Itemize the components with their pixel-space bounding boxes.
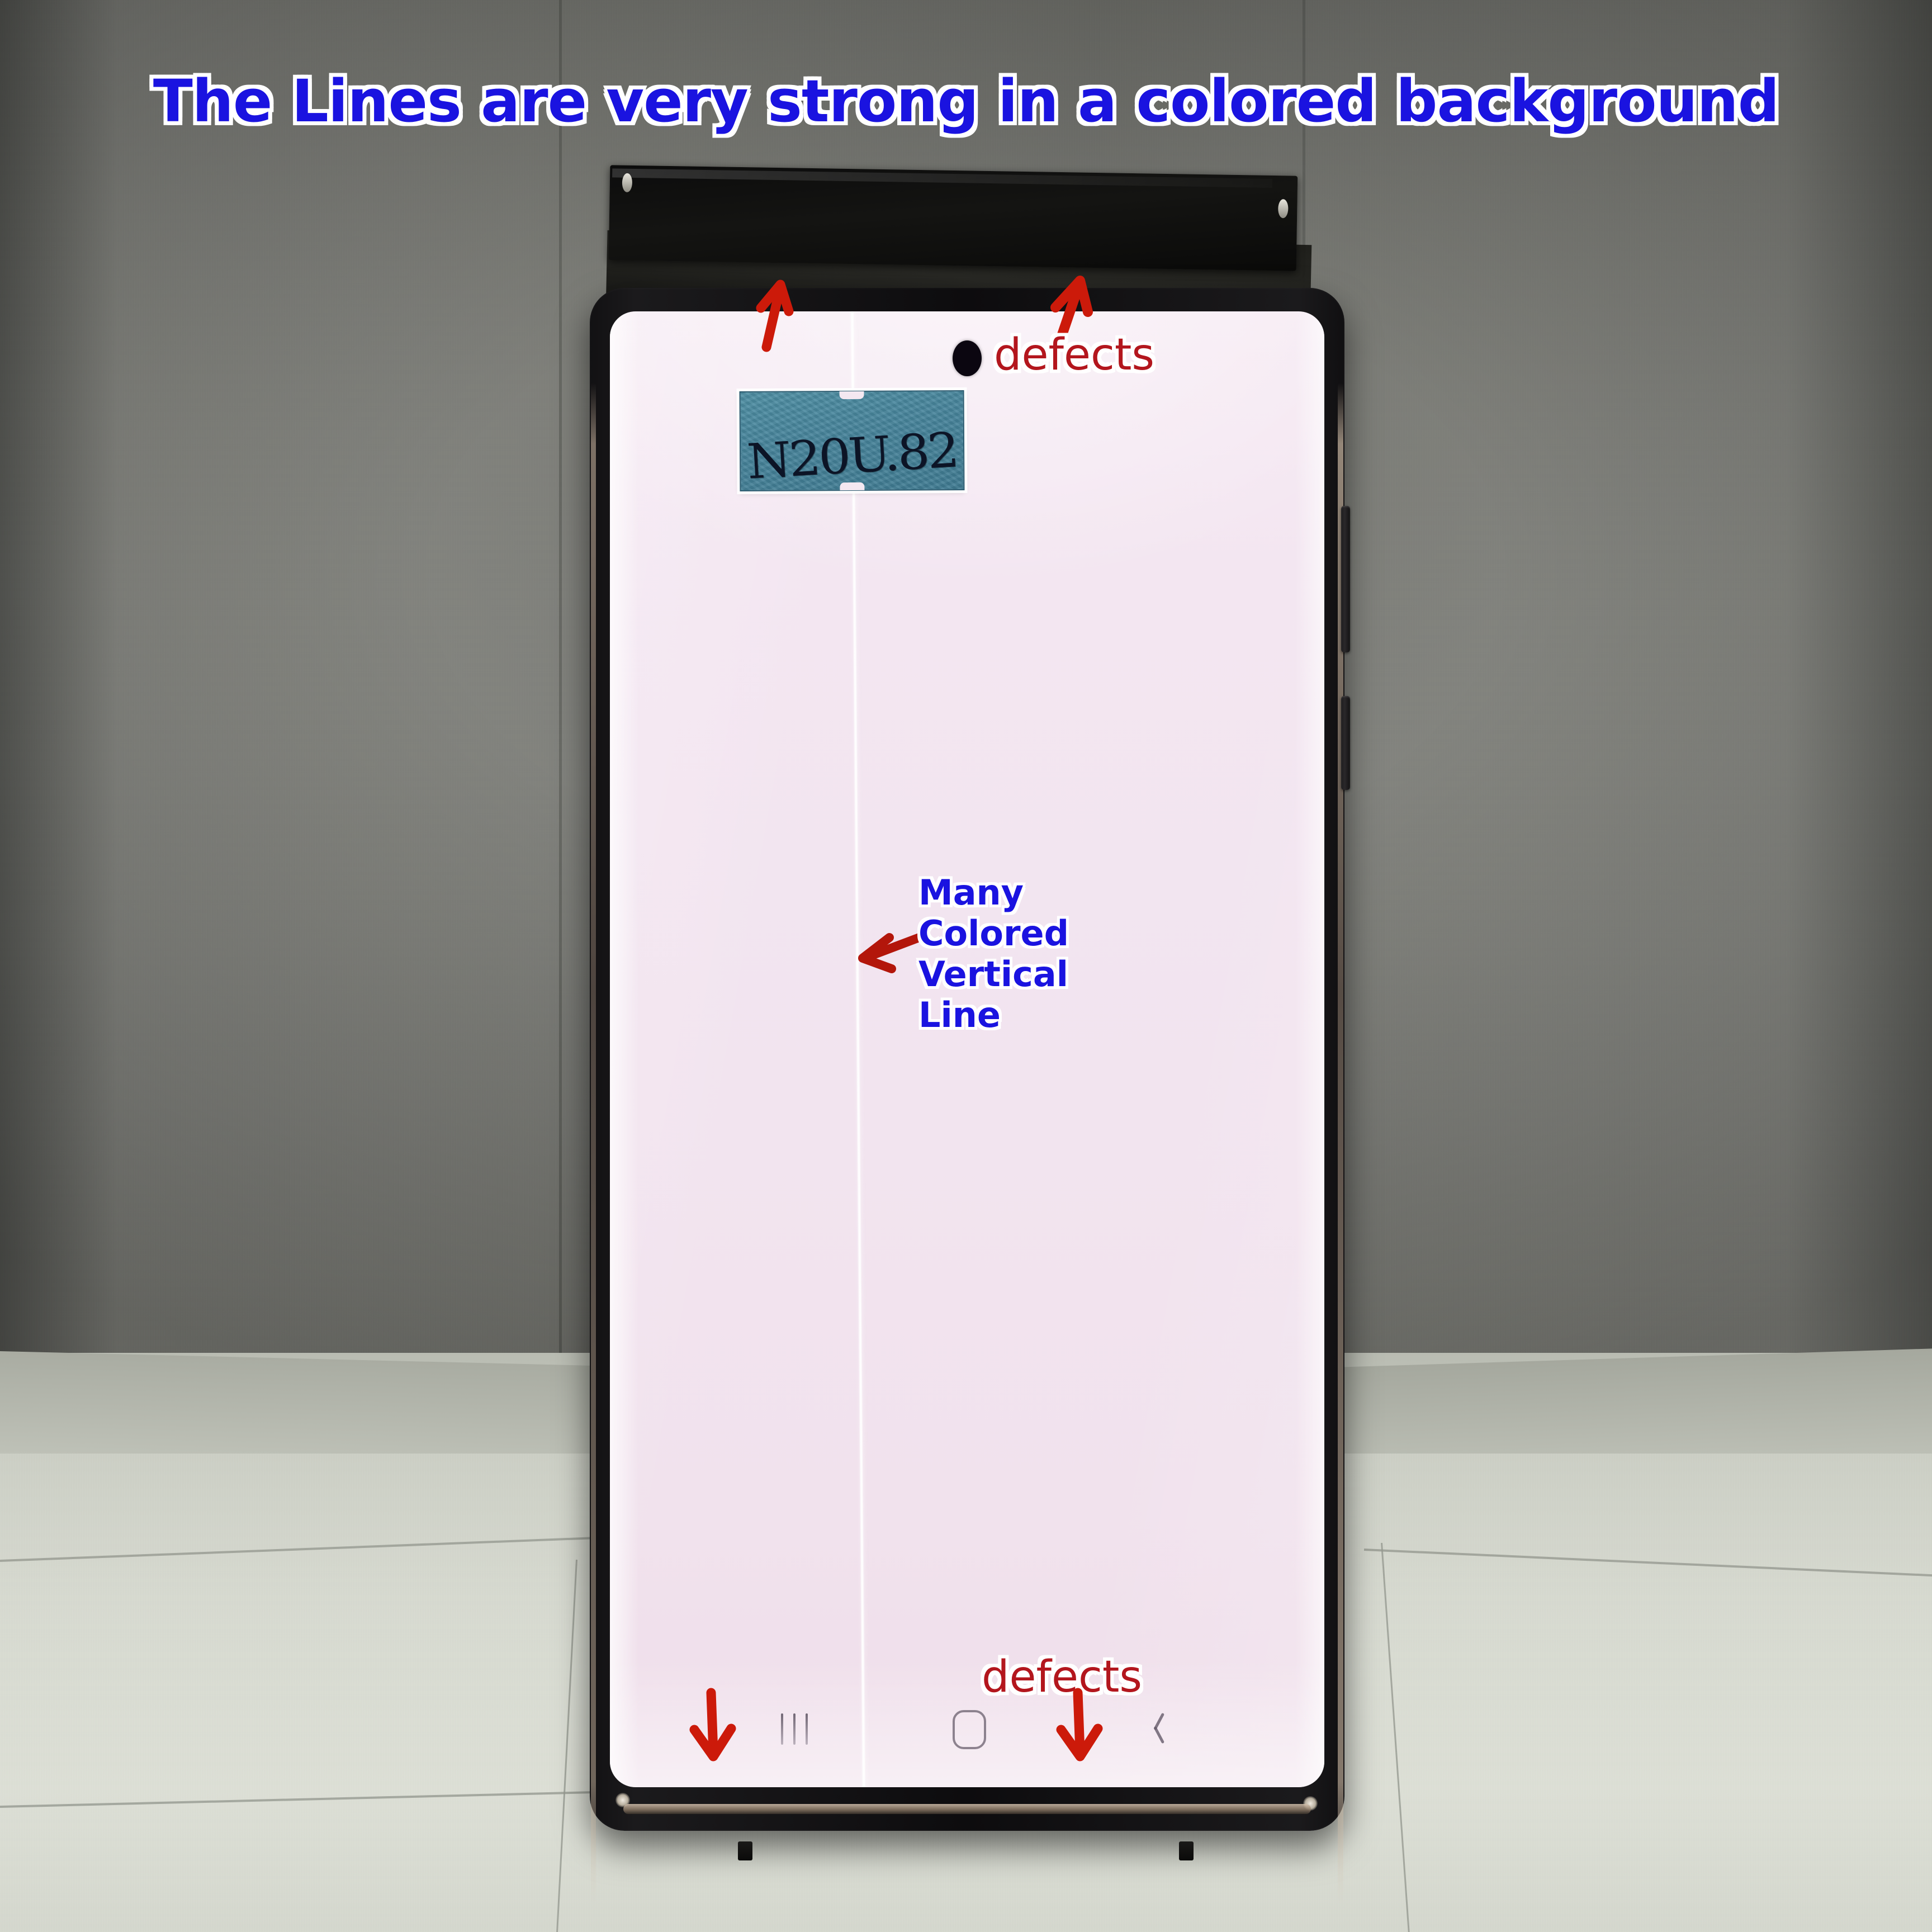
power-button[interactable] xyxy=(1341,696,1350,790)
screen-curve-left xyxy=(610,311,639,1787)
screen-sheen xyxy=(610,311,1324,1787)
three-lines-icon[interactable] xyxy=(778,1713,813,1745)
arrow-up-left-top xyxy=(741,277,808,352)
arrow-down-left-bottom xyxy=(682,1688,744,1762)
callout-line-4: Line xyxy=(918,995,1001,1036)
page-title: The Lines are very strong in a colored b… xyxy=(153,67,1779,135)
arrow-down-right-bottom xyxy=(1049,1688,1110,1762)
frame-edge-left xyxy=(591,383,596,1903)
black-tape-upper xyxy=(608,165,1298,271)
rounded-square-home-icon[interactable] xyxy=(953,1710,986,1749)
photo-scene: The Lines are very strong in a colored b… xyxy=(0,0,1932,1932)
screen-curve-right xyxy=(1295,311,1324,1787)
callout-line-1: Many xyxy=(918,872,1024,913)
volume-rocker-button[interactable] xyxy=(1341,506,1350,652)
callout-line-2: Colored xyxy=(918,913,1069,954)
phone-foot-left xyxy=(738,1841,752,1860)
phone-foot-right xyxy=(1179,1841,1194,1860)
phone-screen[interactable]: N20U.82 xyxy=(610,311,1324,1787)
tape-gleam-left xyxy=(622,173,633,192)
frame-base-metal xyxy=(623,1804,1311,1814)
chevron-left-back-icon[interactable] xyxy=(1143,1711,1167,1744)
front-camera-punch-hole xyxy=(953,340,982,376)
sticker-handwritten-text: N20U.82 xyxy=(745,422,959,490)
tape-gleam-right xyxy=(1278,199,1289,219)
blue-label-sticker: N20U.82 xyxy=(739,390,965,492)
line-callout-label: Many Colored Vertical Line xyxy=(918,872,1069,1036)
defects-label-top: defects xyxy=(994,330,1155,380)
sticker-notch-top xyxy=(839,391,864,400)
callout-line-3: Vertical xyxy=(918,954,1068,995)
